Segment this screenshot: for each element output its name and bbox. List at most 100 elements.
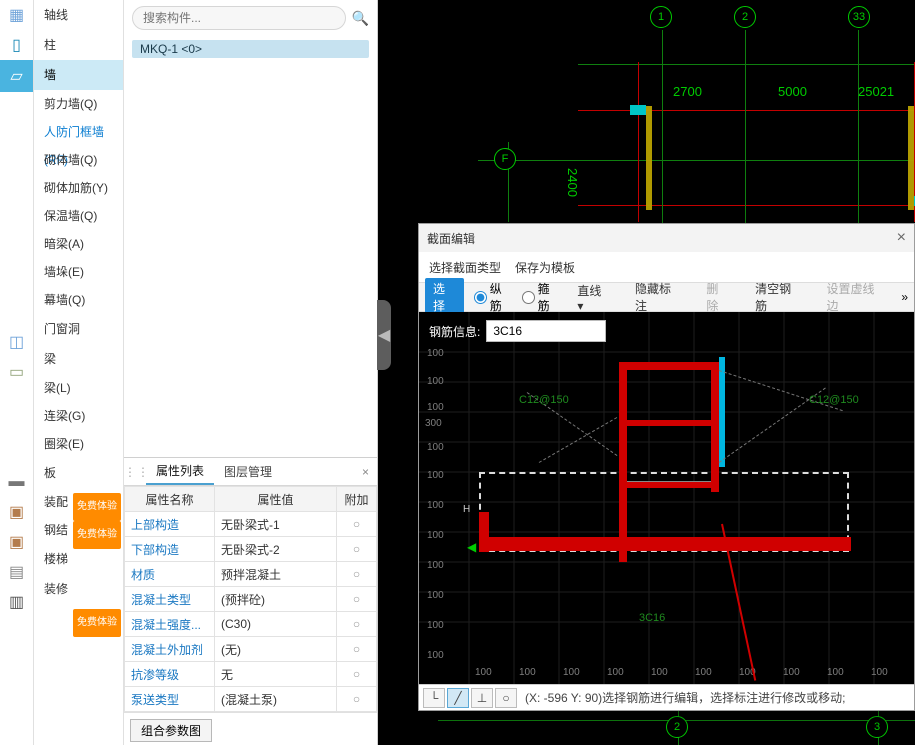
drag-handle-icon[interactable]: ⋮⋮ [124,465,146,479]
dialog-titlebar[interactable]: 截面编辑 × [419,224,914,252]
sidebar-item-shearwall[interactable]: 剪力墙(Q) [34,90,123,118]
tab-layers[interactable]: 图层管理 [214,458,282,485]
sidebar-top-door[interactable]: 门窗洞 [34,314,123,344]
section-canvas[interactable]: 钢筋信息: 100 100 100 300 100 100 100 [419,312,914,684]
arrow-icon: ◀ [467,540,476,554]
decor-icon[interactable]: ▥ [0,587,33,617]
menu-save-template[interactable]: 保存为模板 [515,259,575,276]
col-name: 属性名称 [125,487,215,512]
tick: 100 [427,500,444,511]
snap-perp-icon[interactable]: ⊥ [471,688,493,708]
sidebar-top-wall[interactable]: 墙 [34,60,123,90]
rebar-label[interactable]: C12@150 [809,394,859,406]
sidebar-top-column[interactable]: 柱 [34,30,123,60]
sidebar-item-insulation[interactable]: 保温墙(Q) [34,202,123,230]
tick: 100 [427,402,444,413]
tick: 100 [427,442,444,453]
tick: 100 [651,667,668,678]
rebar[interactable] [479,512,489,552]
rebar-selected[interactable] [719,357,725,467]
door-icon[interactable]: ◫ [0,327,33,357]
sidebar-item-hiddenbeam[interactable]: 暗梁(A) [34,230,123,258]
snap-line-icon[interactable]: ╱ [447,688,469,708]
search-icon[interactable]: 🔍 [352,10,369,27]
rebar[interactable] [619,362,627,562]
toolbar-more-icon[interactable]: » [901,290,908,304]
rebar[interactable] [619,362,719,370]
beam-icon[interactable]: ▭ [0,357,33,387]
property-table: 属性名称 属性值 附加 上部构造无卧梁式-1○ 下部构造无卧梁式-2○ 材质预拌… [124,486,377,712]
dim-label: 5000 [778,84,807,99]
tick: 100 [695,667,712,678]
table-row: 混凝土强度...(C30)○ [125,612,377,637]
axis-bubble: 2 [734,6,756,28]
category-icon-column: ▦ ▯ ▱ ◫ ▭ ▬ ▣ ▣ ▤ ▥ [0,0,34,745]
axis-bubble: 3 [866,716,888,738]
collapse-handle[interactable]: ◀ [377,300,391,370]
menu-select-section-type[interactable]: 选择截面类型 [429,259,501,276]
sidebar-item-wallcol[interactable]: 墙垛(E) [34,258,123,286]
tool-clear-rebar[interactable]: 清空钢筋 [747,278,808,316]
tick: 100 [827,667,844,678]
column-icon[interactable]: ▯ [0,30,33,60]
rebar[interactable] [619,420,719,426]
rebar-label[interactable]: C12@150 [519,394,569,406]
sidebar-item-extra[interactable]: 免费体验 [34,604,123,632]
tool-virtual-edge[interactable]: 设置虚线边 [819,278,892,316]
sidebar-item-assembly[interactable]: 装配免费体验 [34,488,123,516]
tick: 100 [563,667,580,678]
panel-close-icon[interactable]: × [354,465,377,479]
dim-label: 25021 [858,84,894,99]
dialog-statusbar: └ ╱ ⊥ ○ (X: -596 Y: 90)选择钢筋进行编辑，选择标注进行修改… [419,684,914,710]
rebar[interactable] [619,482,719,488]
slab-icon[interactable]: ▬ [0,467,33,497]
sidebar-top-slab[interactable]: 板 [34,458,123,488]
wall-icon[interactable]: ▱ [0,60,33,92]
param-diagram-button[interactable]: 组合参数图 [130,719,212,742]
radio-longbar[interactable]: 纵筋 [474,280,512,314]
sidebar-top-beam[interactable]: 梁 [34,344,123,374]
rebar-info-combo[interactable] [486,320,606,342]
axis-bubble: 1 [650,6,672,28]
rebar-info-label: 钢筋信息: [429,323,480,340]
sidebar-item-curtainwall[interactable]: 幕墙(Q) [34,286,123,314]
tick: 100 [519,667,536,678]
steel-icon[interactable]: ▣ [0,527,33,557]
structure-tree: 轴线 柱 墙 剪力墙(Q) 人防门框墙(RF) 砌体墙(Q) 砌体加筋(Y) 保… [34,0,124,745]
tool-hide-label[interactable]: 隐藏标注 [627,278,688,316]
snap-endpoint-icon[interactable]: └ [423,688,445,708]
sidebar-item-rfwall[interactable]: 人防门框墙(RF) [34,118,123,146]
sidebar-item-beam[interactable]: 梁(L) [34,374,123,402]
tab-properties[interactable]: 属性列表 [146,458,214,485]
sidebar-top-decor[interactable]: 装修 [34,574,123,604]
sidebar-item-ringbeam[interactable]: 圈梁(E) [34,430,123,458]
tick: 100 [475,667,492,678]
sidebar-item-linkbeam[interactable]: 连梁(G) [34,402,123,430]
axis-icon[interactable]: ▦ [0,0,33,30]
close-icon[interactable]: × [897,229,906,247]
property-panel: ⋮⋮ 属性列表 图层管理 × 属性名称 属性值 附加 上部构造无卧梁式-1○ 下… [124,457,377,745]
search-input[interactable] [132,6,346,30]
tick: 100 [427,650,444,661]
rebar[interactable] [711,362,719,492]
stair-icon[interactable]: ▤ [0,557,33,587]
tool-select[interactable]: 选择 [425,278,464,316]
axis-bubble: 2 [666,716,688,738]
tool-line[interactable]: 直线 ▾ [569,280,617,315]
tick: 100 [427,560,444,571]
member-chip[interactable]: MKQ-1 <0> [132,40,369,58]
sidebar-item-masonry-rebar[interactable]: 砌体加筋(Y) [34,174,123,202]
rebar[interactable] [479,537,851,551]
table-row: 下部构造无卧梁式-2○ [125,537,377,562]
rebar-label[interactable]: 3C16 [639,612,665,624]
sidebar-item-steel[interactable]: 钢结免费体验 [34,516,123,544]
sidebar-item-masonry[interactable]: 砌体墙(Q) [34,146,123,174]
radio-stirrup[interactable]: 箍筋 [522,280,560,314]
snap-center-icon[interactable]: ○ [495,688,517,708]
center-panel: 🔍 MKQ-1 <0> ◀ ⋮⋮ 属性列表 图层管理 × 属性名称 属性值 附加… [124,0,378,745]
assembly-icon[interactable]: ▣ [0,497,33,527]
tick: 100 [427,620,444,631]
table-row: 混凝土类型(预拌砼)○ [125,587,377,612]
tool-delete[interactable]: 删除 [698,278,737,316]
sidebar-top-axis[interactable]: 轴线 [34,0,123,30]
